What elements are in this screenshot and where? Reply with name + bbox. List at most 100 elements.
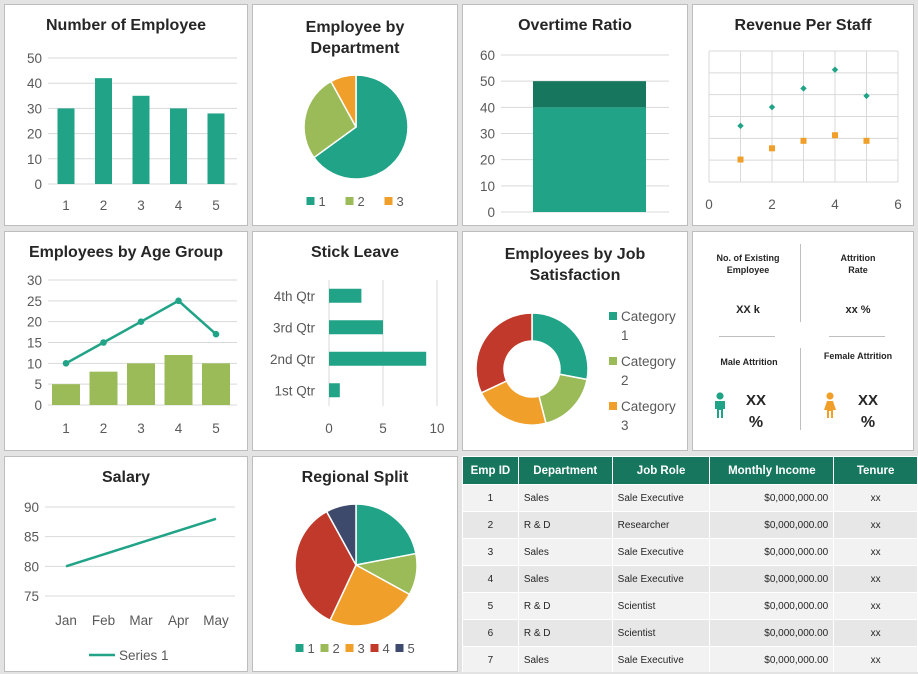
- male-attrition-value-line-1: XX: [745, 392, 766, 409]
- revenue-point-square: [863, 137, 870, 144]
- job-role-cell: Sale Executive: [611, 538, 711, 566]
- age-xtick-label: 5: [212, 421, 220, 436]
- regional-legend-label: 4: [383, 641, 390, 656]
- dept-legend-swatch: [306, 197, 315, 205]
- leave-bar: [329, 351, 427, 366]
- age-bar: [89, 371, 118, 405]
- department-cell: Sales: [517, 484, 613, 512]
- emp-id-cell: 7: [462, 646, 519, 672]
- revenue-per-staff-panel: Revenue Per Staff 0246: [692, 4, 914, 226]
- revenue-point-diamond: [768, 103, 776, 111]
- female-attrition-value-line-2: %: [860, 414, 876, 431]
- tenure-cell: xx: [833, 538, 918, 566]
- kpi-divider-vertical-bottom: [800, 348, 801, 430]
- existing-employee-label: No. of Existing Employee: [716, 253, 780, 275]
- satisfaction-legend-label: Category: [621, 354, 676, 369]
- female-attrition-label: Female Attrition: [823, 351, 893, 361]
- regional-legend-label: 2: [333, 641, 340, 656]
- salary-xtick-label: Feb: [92, 613, 115, 628]
- header-department[interactable]: Department: [517, 456, 613, 485]
- salary-series-line: [65, 517, 217, 568]
- regional-legend-swatch: [320, 644, 329, 652]
- regional-split-chart: 1 2 3 4 5: [294, 503, 418, 656]
- kpi-divider-vertical-top: [800, 244, 801, 322]
- num-employee-bar: [132, 95, 150, 184]
- overtime-ytick-label: 30: [480, 127, 495, 142]
- salary-ytick-label: 85: [24, 530, 39, 545]
- age-bar: [52, 384, 80, 405]
- department-cell: Sales: [517, 538, 613, 566]
- age-xtick-label: 2: [100, 421, 108, 436]
- num-employee-bar: [95, 78, 112, 184]
- attrition-rate-label: Attrition Rate: [840, 253, 876, 275]
- satisfaction-slice: [531, 312, 589, 381]
- dept-legend-swatch: [384, 197, 393, 205]
- job-role-cell: Sale Executive: [611, 484, 711, 512]
- revenue-point-diamond: [737, 122, 744, 130]
- salary-xtick-label: Mar: [129, 613, 153, 628]
- table-header-row: Emp ID Department Job Role Monthly Incom…: [462, 456, 918, 485]
- leave-bar: [329, 288, 362, 303]
- department-cell: Sales: [517, 565, 613, 593]
- age-trend-point: [137, 318, 145, 325]
- salary-xtick-label: May: [203, 613, 229, 628]
- age-group-panel: Employees by Age Group 0 5 10 15 20 25 30 1 2 3 4 5: [4, 231, 248, 451]
- age-trend-point: [62, 360, 70, 367]
- employee-by-department-chart: 1 2 3: [303, 74, 409, 209]
- leave-xtick-label: 10: [429, 421, 444, 436]
- table-row[interactable]: 3 Sales Sale Executive $0,000,000.00 xx: [462, 538, 918, 566]
- emp-id-cell: 5: [462, 592, 519, 620]
- header-monthly-income[interactable]: Monthly Income: [709, 456, 835, 485]
- revenue-point-square: [800, 137, 807, 144]
- age-bar: [127, 363, 155, 405]
- age-trend-line: [65, 299, 217, 365]
- tenure-cell: xx: [833, 619, 918, 647]
- satisfaction-legend-number: 3: [621, 418, 629, 433]
- monthly-income-cell: $0,000,000.00: [709, 538, 835, 566]
- salary-xtick-label: Jan: [55, 613, 77, 628]
- job-role-cell: Sale Executive: [611, 565, 711, 593]
- age-xtick-label: 1: [62, 421, 70, 436]
- header-tenure[interactable]: Tenure: [833, 456, 918, 485]
- age-trend-point: [100, 339, 107, 346]
- header-job-role[interactable]: Job Role: [611, 456, 711, 485]
- leave-xtick-label: 0: [325, 421, 333, 436]
- table-row[interactable]: 6 R & D Scientist $0,000,000.00 xx: [462, 619, 918, 647]
- salary-ytick-label: 75: [24, 589, 39, 604]
- regional-legend-label: 3: [358, 641, 365, 656]
- header-emp-id[interactable]: Emp ID: [462, 456, 519, 485]
- monthly-income-cell: $0,000,000.00: [709, 592, 835, 620]
- table-row[interactable]: 4 Sales Sale Executive $0,000,000.00 xx: [462, 565, 918, 593]
- age-group-chart: 0 5 10 15 20 25 30 1 2 3 4 5: [27, 273, 237, 436]
- revenue-xtick-label: 6: [894, 197, 902, 212]
- leave-category-label: 3rd Qtr: [273, 320, 316, 335]
- num-employee-ytick-label: 10: [27, 152, 42, 167]
- attrition-rate-value: xx %: [845, 304, 871, 316]
- regional-legend-swatch: [395, 644, 404, 652]
- salary-legend-label: Series 1: [119, 648, 169, 663]
- revenue-point-square: [737, 156, 744, 163]
- leave-category-label: 2nd Qtr: [270, 352, 316, 367]
- satisfaction-legend-swatch: [609, 357, 617, 365]
- monthly-income-cell: $0,000,000.00: [709, 619, 835, 647]
- table-row[interactable]: 7 Sales Sale Executive $0,000,000.00 xx: [462, 646, 918, 672]
- overtime-ytick-label: 10: [480, 179, 495, 194]
- monthly-income-cell: $0,000,000.00: [709, 646, 835, 672]
- table-row[interactable]: 2 R & D Researcher $0,000,000.00 xx: [462, 511, 918, 539]
- leave-bar: [329, 383, 340, 398]
- num-employee-xtick-label: 3: [137, 198, 145, 213]
- regional-legend-swatch: [370, 644, 379, 652]
- table-row[interactable]: 1 Sales Sale Executive $0,000,000.00 xx: [462, 484, 918, 512]
- leave-bar: [329, 320, 383, 335]
- female-person-icon: [824, 392, 836, 418]
- age-xtick-label: 3: [137, 421, 145, 436]
- regional-legend-swatch: [295, 644, 304, 652]
- age-ytick-label: 25: [27, 294, 42, 309]
- job-satisfaction-panel: Employees by Job Satisfaction Category 1 C…: [462, 231, 688, 451]
- table-row[interactable]: 5 R & D Scientist $0,000,000.00 xx: [462, 592, 918, 620]
- age-bar: [164, 355, 193, 405]
- overtime-bar-top: [533, 81, 646, 108]
- kpi-divider-left: [719, 336, 775, 337]
- revenue-point-diamond: [863, 92, 870, 100]
- satisfaction-legend-number: 2: [621, 373, 629, 388]
